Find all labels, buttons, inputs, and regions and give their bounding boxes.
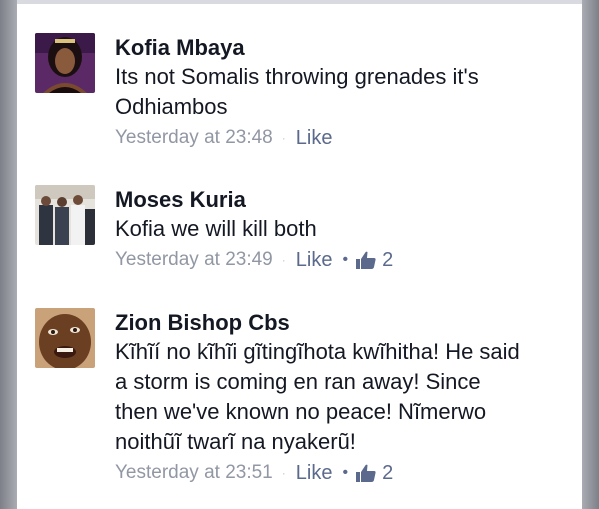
like-count[interactable]: 2 [382, 248, 393, 272]
avatar-image-group [35, 185, 95, 245]
comment-timestamp[interactable]: Yesterday at 23:49 [115, 248, 273, 272]
like-button[interactable]: Like [296, 248, 333, 272]
avatar[interactable] [35, 308, 95, 368]
comment-meta: Yesterday at 23:48 · Like [115, 126, 572, 150]
comment-author[interactable]: Kofia Mbaya [115, 35, 572, 61]
meta-separator: · [281, 253, 286, 267]
thumbs-up-icon[interactable] [356, 463, 378, 483]
like-dot: • [342, 464, 349, 481]
like-dot: • [342, 251, 349, 268]
avatar[interactable] [35, 185, 95, 245]
comment-author[interactable]: Moses Kuria [115, 187, 572, 213]
avatar-image-man [35, 308, 95, 368]
comment-timestamp[interactable]: Yesterday at 23:51 [115, 461, 273, 485]
like-button[interactable]: Like [296, 461, 333, 485]
avatar-image-woman [35, 33, 95, 93]
meta-separator: · [281, 466, 286, 480]
meta-separator: · [281, 131, 286, 145]
comment-text: Kofia we will kill both [115, 216, 317, 241]
comment-list: Kofia Mbaya Its not Somalis throwing gre… [17, 0, 582, 509]
comment-meta: Yesterday at 23:49 · Like • 2 [115, 248, 572, 272]
comment-author[interactable]: Zion Bishop Cbs [115, 310, 572, 336]
comment-text: Its not Somalis throwing grenades it's O… [115, 64, 479, 119]
like-button[interactable]: Like [296, 126, 333, 150]
comment-text: Kĩhĩí no kĩhĩi gĩtingĩhota kwĩhitha! He … [115, 339, 520, 454]
like-count[interactable]: 2 [382, 461, 393, 485]
top-divider [17, 0, 582, 4]
thumbs-up-icon[interactable] [356, 250, 378, 270]
comment-meta: Yesterday at 23:51 · Like • 2 [115, 461, 572, 485]
right-page-edge [582, 0, 599, 509]
avatar[interactable] [35, 33, 95, 93]
comment-timestamp[interactable]: Yesterday at 23:48 [115, 126, 273, 150]
left-page-edge [0, 0, 17, 509]
